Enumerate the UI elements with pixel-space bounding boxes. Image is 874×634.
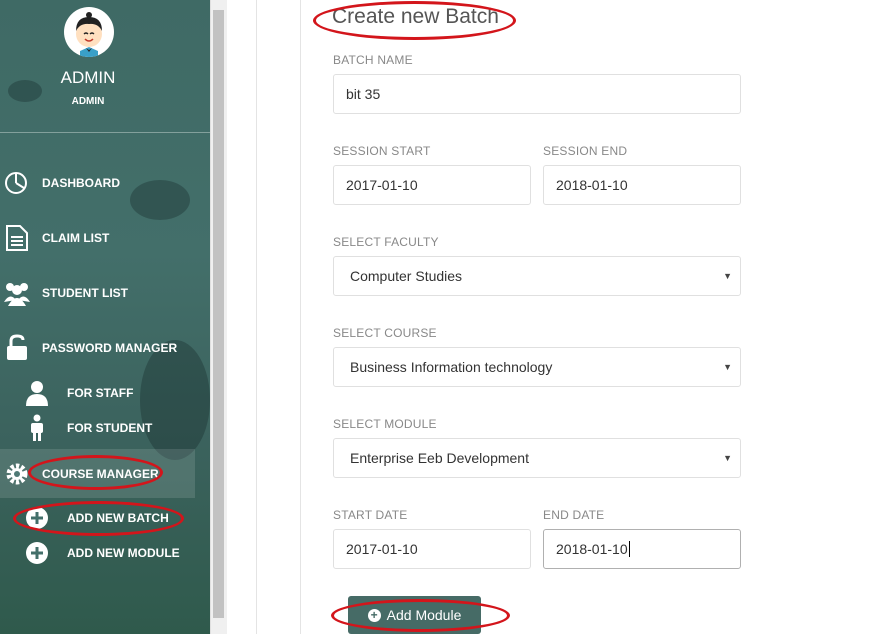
session-start-label: SESSION START [333, 144, 431, 158]
nav-course-manager[interactable]: COURSE MANAGER [0, 449, 195, 498]
caret-down-icon: ▼ [723, 453, 732, 463]
plus-circle-icon: + [367, 608, 381, 622]
users-icon [0, 277, 34, 309]
faculty-value: Computer Studies [350, 268, 463, 284]
nav-dashboard[interactable]: DASHBOARD [0, 163, 195, 203]
start-date-value: 2017-01-10 [346, 541, 418, 557]
nav-label: ADD NEW BATCH [67, 511, 169, 525]
sidebar: ADMIN ADMIN DASHBOARD CLAIM LIST STUDENT… [0, 0, 210, 634]
pie-chart-icon [0, 167, 34, 199]
module-label: SELECT MODULE [333, 417, 437, 431]
session-end-input[interactable]: 2018-01-10 [543, 165, 741, 205]
start-date-label: START DATE [333, 508, 408, 522]
session-start-value: 2017-01-10 [346, 177, 418, 193]
nav-password-manager[interactable]: PASSWORD MANAGER [0, 328, 195, 368]
scroll-thumb[interactable] [213, 10, 224, 618]
session-start-input[interactable]: 2017-01-10 [333, 165, 531, 205]
page-title: Create new Batch [332, 5, 499, 28]
plus-circle-icon [20, 537, 54, 569]
course-select[interactable]: Business Information technology ▼ [333, 347, 741, 387]
course-value: Business Information technology [350, 359, 553, 375]
course-label: SELECT COURSE [333, 326, 437, 340]
session-end-value: 2018-01-10 [556, 177, 628, 193]
nav-label: COURSE MANAGER [42, 466, 159, 481]
nav-for-staff[interactable]: FOR STAFF [0, 373, 195, 413]
nav-label: FOR STAFF [67, 386, 134, 400]
faculty-select[interactable]: Computer Studies ▼ [333, 256, 741, 296]
user-icon [20, 377, 54, 409]
document-icon [0, 222, 34, 254]
person-icon [20, 412, 54, 444]
batch-name-value: bit 35 [346, 86, 381, 102]
divider [0, 132, 210, 133]
nav-label: DASHBOARD [42, 176, 120, 190]
end-date-value: 2018-01-10 [556, 541, 628, 557]
gear-icon [0, 458, 34, 490]
caret-down-icon: ▼ [723, 271, 732, 281]
unlock-icon [0, 332, 34, 364]
text-cursor [628, 541, 630, 557]
nav-claim-list[interactable]: CLAIM LIST [0, 218, 195, 258]
module-select[interactable]: Enterprise Eeb Development ▼ [333, 438, 741, 478]
nav-label: PASSWORD MANAGER [42, 341, 178, 355]
add-module-label: Add Module [386, 607, 462, 623]
avatar [64, 7, 114, 57]
start-date-input[interactable]: 2017-01-10 [333, 529, 531, 569]
nav-add-new-module[interactable]: ADD NEW MODULE [0, 533, 195, 573]
nav-for-student[interactable]: FOR STUDENT [0, 408, 195, 448]
divider [256, 0, 257, 634]
add-module-button[interactable]: + Add Module [348, 596, 481, 634]
nav-label: CLAIM LIST [42, 231, 110, 245]
nav-add-new-batch[interactable]: ADD NEW BATCH [0, 498, 195, 538]
nav-student-list[interactable]: STUDENT LIST [0, 273, 195, 313]
divider [300, 0, 301, 634]
session-end-label: SESSION END [543, 144, 628, 158]
nav-label: FOR STUDENT [67, 421, 153, 435]
module-value: Enterprise Eeb Development [350, 450, 529, 466]
user-role: ADMIN [71, 96, 105, 107]
plus-circle-icon [20, 502, 54, 534]
user-name: ADMIN [60, 68, 116, 87]
batch-name-label: BATCH NAME [333, 53, 413, 67]
nav-label: STUDENT LIST [42, 286, 128, 300]
nav-label: ADD NEW MODULE [67, 546, 180, 560]
end-date-label: END DATE [543, 508, 605, 522]
batch-name-input[interactable]: bit 35 [333, 74, 741, 114]
caret-down-icon: ▼ [723, 362, 732, 372]
end-date-input[interactable]: 2018-01-10 [543, 529, 741, 569]
faculty-label: SELECT FACULTY [333, 235, 439, 249]
